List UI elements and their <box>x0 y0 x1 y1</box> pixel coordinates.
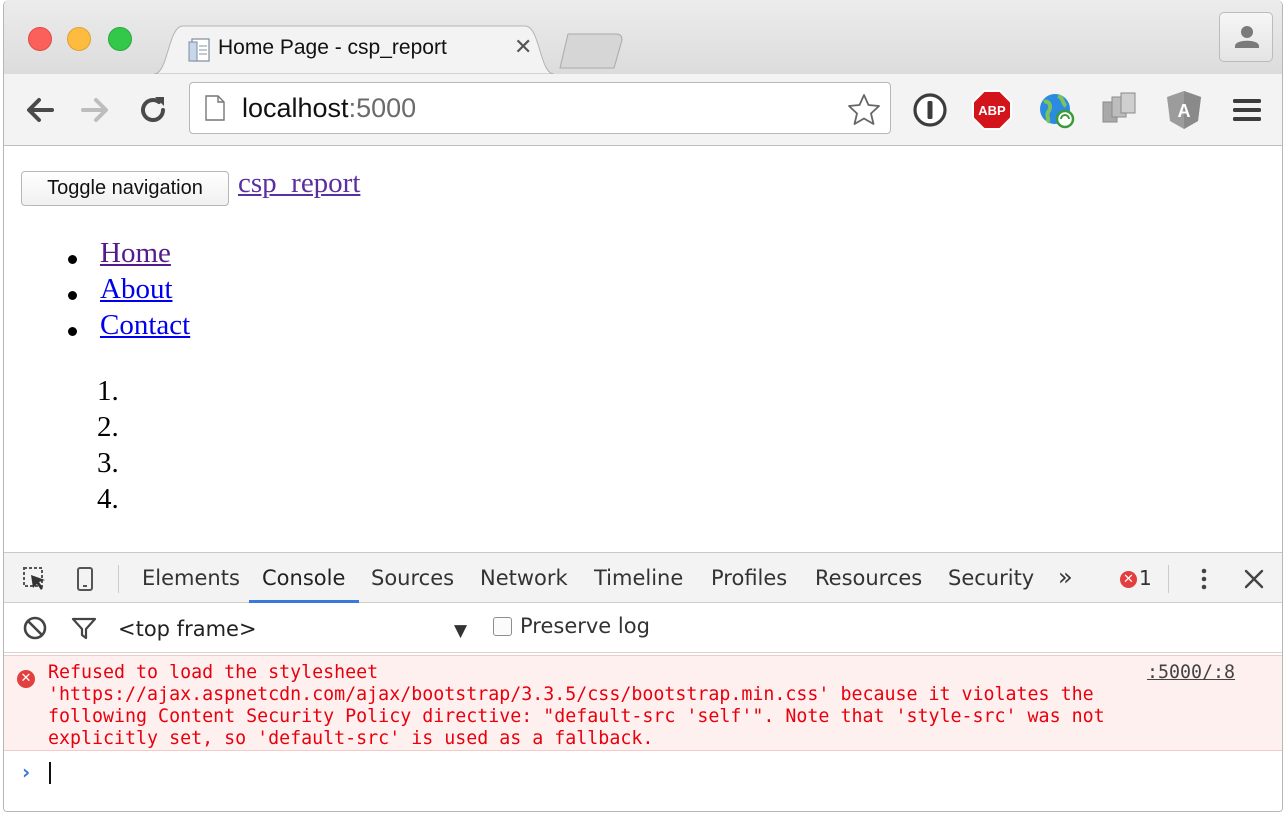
tab-network[interactable]: Network <box>480 566 568 590</box>
nav-link-home[interactable]: Home <box>100 237 171 270</box>
devtools-panel: Elements Console Sources Network Timelin… <box>4 552 1282 811</box>
url-port: :5000 <box>348 93 417 123</box>
separator <box>118 565 119 593</box>
separator <box>1168 565 1169 593</box>
zoom-window-button[interactable] <box>108 27 132 51</box>
brand-link[interactable]: csp_report <box>238 167 360 200</box>
new-tab-button[interactable] <box>554 30 628 70</box>
angular-icon[interactable]: A <box>1162 88 1206 132</box>
page-favicon-icon <box>188 38 210 62</box>
kebab-menu-icon[interactable] <box>1190 565 1218 593</box>
browser-toolbar: localhost:5000 ABP A <box>4 74 1282 146</box>
tab-sources[interactable]: Sources <box>371 566 454 590</box>
error-count-badge[interactable]: ✕ 1 <box>1120 566 1152 590</box>
url-host: localhost <box>242 93 349 123</box>
minimize-window-button[interactable] <box>67 27 91 51</box>
back-arrow-icon[interactable] <box>22 92 58 128</box>
angular-label: A <box>1178 101 1191 121</box>
reload-icon[interactable] <box>135 92 171 128</box>
abp-label: ABP <box>978 103 1006 118</box>
preserve-log-label: Preserve log <box>520 614 650 638</box>
error-icon: ✕ <box>1120 571 1137 588</box>
error-icon: ✕ <box>17 670 35 688</box>
copy-icon[interactable] <box>1098 88 1142 132</box>
tab-close-icon[interactable]: ✕ <box>514 34 532 60</box>
close-window-button[interactable] <box>28 27 52 51</box>
clear-console-icon[interactable] <box>21 614 49 642</box>
ordered-item-3: 3. <box>97 447 119 479</box>
ordered-item-1: 1. <box>97 375 119 407</box>
person-icon <box>1235 26 1259 48</box>
ordered-item-2: 2. <box>97 411 119 443</box>
nav-link-about[interactable]: About <box>100 273 173 306</box>
page-icon <box>205 95 225 121</box>
tab-timeline[interactable]: Timeline <box>594 566 683 590</box>
page-content: Toggle navigation csp_report Home About … <box>4 147 1282 551</box>
url-text: localhost:5000 <box>242 93 416 124</box>
console-prompt[interactable]: › <box>4 752 1282 792</box>
adblock-plus-icon[interactable]: ABP <box>970 88 1014 132</box>
address-bar[interactable]: localhost:5000 <box>189 82 891 134</box>
bullet <box>68 327 77 336</box>
more-tabs-chevron-icon[interactable]: » <box>1058 563 1073 591</box>
inspect-element-icon[interactable] <box>21 565 49 593</box>
toggle-navigation-button[interactable]: Toggle navigation <box>21 171 229 206</box>
bullet <box>68 291 77 300</box>
tab-title: Home Page - csp_report <box>218 36 447 59</box>
text-cursor <box>49 762 51 784</box>
error-source-link[interactable]: :5000/:8 <box>1147 662 1235 684</box>
tab-console[interactable]: Console <box>262 566 345 590</box>
frame-selector-dropdown-icon[interactable]: ▼ <box>454 621 467 641</box>
devtools-tab-bar: Elements Console Sources Network Timelin… <box>4 553 1282 603</box>
profile-button[interactable] <box>1219 12 1273 62</box>
browser-tab-active[interactable]: Home Page - csp_report ✕ <box>154 24 554 74</box>
bullet <box>68 255 77 264</box>
tab-elements[interactable]: Elements <box>142 566 240 590</box>
browser-window: Home Page - csp_report ✕ localhost:5000 … <box>3 0 1283 812</box>
bookmark-star-icon[interactable] <box>846 92 882 128</box>
filter-funnel-icon[interactable] <box>70 614 98 642</box>
error-message-text: Refused to load the stylesheet 'https://… <box>48 662 1105 749</box>
frame-selector[interactable]: <top frame> <box>118 617 257 641</box>
prompt-chevron-icon: › <box>22 760 31 784</box>
title-bar: Home Page - csp_report ✕ <box>4 0 1282 74</box>
1password-icon[interactable] <box>908 88 952 132</box>
tab-resources[interactable]: Resources <box>815 566 922 590</box>
menu-hamburger-icon[interactable] <box>1225 88 1269 132</box>
close-devtools-icon[interactable] <box>1240 565 1268 593</box>
console-filter-bar: <top frame> ▼ Preserve log <box>4 603 1282 653</box>
tab-security[interactable]: Security <box>948 566 1034 590</box>
error-count: 1 <box>1139 566 1152 590</box>
ordered-item-4: 4. <box>97 483 119 515</box>
globe-sync-icon[interactable] <box>1034 88 1078 132</box>
console-error-message: ✕ Refused to load the stylesheet 'https:… <box>4 655 1282 751</box>
preserve-log-checkbox[interactable] <box>493 617 512 636</box>
forward-arrow-icon[interactable] <box>77 92 113 128</box>
nav-link-contact[interactable]: Contact <box>100 309 190 342</box>
tab-profiles[interactable]: Profiles <box>711 566 787 590</box>
device-mode-icon[interactable] <box>71 565 99 593</box>
